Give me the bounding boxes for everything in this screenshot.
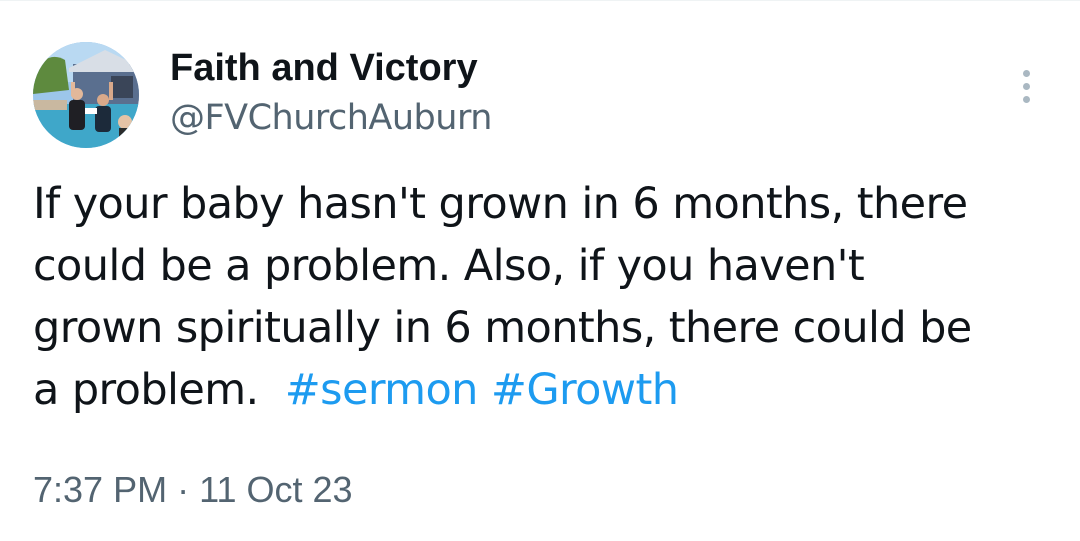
tweet-text-line: could be a problem. Also, if you haven't <box>33 241 865 291</box>
tweet-timestamp[interactable]: 7:37 PM · 11 Oct 23 <box>33 468 353 512</box>
hashtag-sermon[interactable]: #sermon <box>285 365 479 415</box>
more-vertical-icon-dot <box>1022 82 1030 90</box>
more-vertical-icon-dot <box>1022 95 1030 103</box>
tweet-text: If your baby hasn't grown in 6 months, t… <box>33 173 1063 421</box>
tweet-text-fragment: a problem. <box>33 365 285 415</box>
tweet-date[interactable]: 11 Oct 23 <box>199 469 352 510</box>
tweet-text-line: grown spiritually in 6 months, there cou… <box>33 303 972 353</box>
more-options-button[interactable] <box>1008 63 1044 109</box>
author-display-name[interactable]: Faith and Victory <box>170 45 478 91</box>
avatar-photo <box>33 42 139 148</box>
avatar[interactable] <box>33 42 139 148</box>
tweet-card: Faith and Victory @FVChurchAuburn If you… <box>0 0 1080 541</box>
tweet-text-line-last: a problem. #sermon #Growth <box>33 359 1063 421</box>
timestamp-separator: · <box>177 469 190 510</box>
hashtag-growth[interactable]: #Growth <box>491 365 679 415</box>
tweet-text-line: If your baby hasn't grown in 6 months, t… <box>33 179 968 229</box>
author-handle[interactable]: @FVChurchAuburn <box>170 96 492 140</box>
more-vertical-icon <box>1022 69 1030 77</box>
tweet-time[interactable]: 7:37 PM <box>33 469 167 510</box>
